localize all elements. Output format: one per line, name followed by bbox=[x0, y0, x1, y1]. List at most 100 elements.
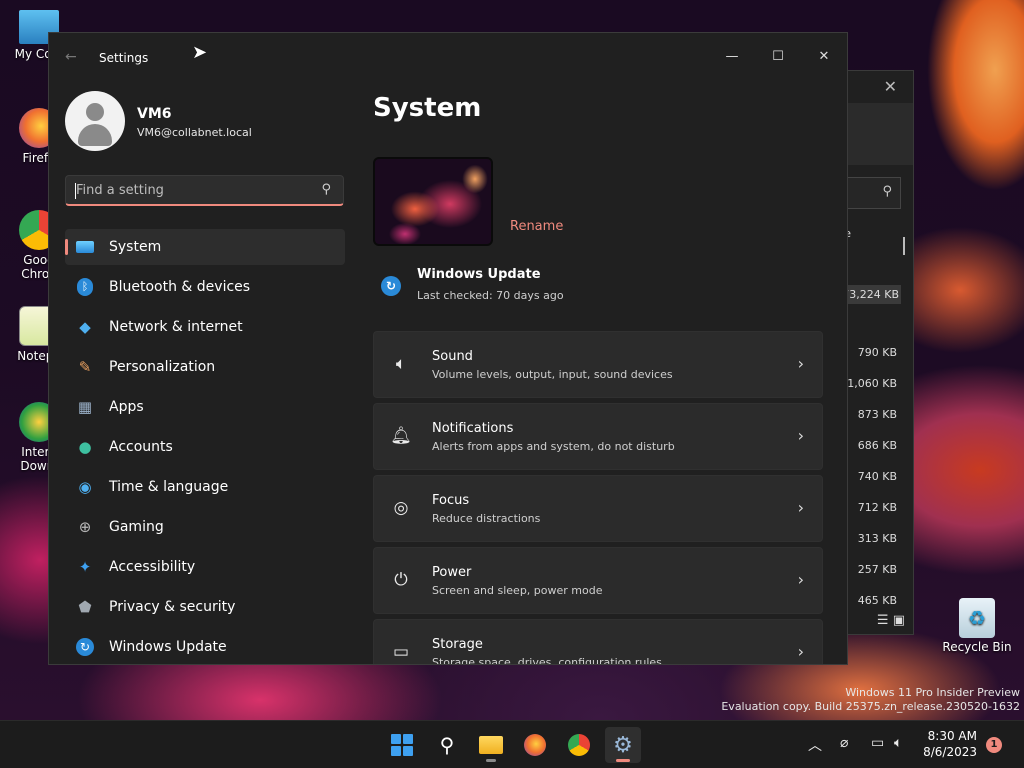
sidebar-item-label: Privacy & security bbox=[109, 599, 236, 615]
windows-update-title[interactable]: Windows Update bbox=[417, 267, 541, 282]
sidebar-item-gaming[interactable]: ⊕ Gaming bbox=[65, 509, 345, 545]
clock-time: 8:30 AM bbox=[927, 729, 977, 743]
card-storage[interactable]: ▭ Storage Storage space, drives, configu… bbox=[373, 619, 823, 664]
taskbar-settings[interactable]: ⚙ bbox=[605, 727, 641, 763]
search-box[interactable]: ⚲ bbox=[65, 175, 344, 206]
sidebar-item-label: Network & internet bbox=[109, 319, 243, 335]
card-focus[interactable]: ◎ Focus Reduce distractions › bbox=[373, 475, 823, 542]
search-input[interactable] bbox=[76, 176, 306, 205]
notification-badge[interactable]: 1 bbox=[986, 737, 1002, 753]
mouse-cursor-icon: ➤ bbox=[192, 42, 208, 63]
running-indicator bbox=[486, 759, 496, 762]
windows-update-status: Last checked: 70 days ago bbox=[417, 289, 564, 302]
show-hidden-icons-chevron-up-icon[interactable]: ︿ bbox=[808, 735, 822, 755]
view-toggle-buttons[interactable]: ☰ ▣ bbox=[877, 613, 905, 628]
bell-icon: 🔔︎ bbox=[390, 426, 412, 446]
card-title: Power bbox=[432, 565, 472, 580]
sidebar-item-network[interactable]: ◆ Network & internet bbox=[65, 309, 345, 345]
card-title: Notifications bbox=[432, 421, 514, 436]
file-size: 465 KB bbox=[857, 594, 897, 607]
taskbar-search-button[interactable]: ⚲ bbox=[429, 727, 465, 763]
close-button[interactable]: ✕ bbox=[801, 41, 847, 73]
taskbar-firefox[interactable] bbox=[517, 727, 553, 763]
chevron-right-icon: › bbox=[797, 570, 804, 589]
sidebar-item-windows-update[interactable]: ↻ Windows Update bbox=[65, 629, 345, 664]
card-subtitle: Alerts from apps and system, do not dist… bbox=[432, 440, 675, 453]
title-bar[interactable]: ← Settings — ☐ ✕ bbox=[49, 33, 847, 81]
search-icon[interactable]: ⚲ bbox=[321, 182, 331, 197]
volume-icon[interactable]: 🔈︎ bbox=[894, 735, 902, 751]
gamepad-icon: ⊕ bbox=[78, 518, 92, 536]
user-profile[interactable]: VM6 VM6@collabnet.local bbox=[65, 91, 355, 151]
file-size: 257 KB bbox=[857, 563, 897, 576]
file-size: 712 KB bbox=[857, 501, 897, 514]
sidebar-item-time-language[interactable]: ◉ Time & language bbox=[65, 469, 345, 505]
maximize-button[interactable]: ☐ bbox=[755, 41, 801, 73]
sidebar-item-privacy[interactable]: ⬟ Privacy & security bbox=[65, 589, 345, 625]
rename-link[interactable]: Rename bbox=[510, 219, 563, 234]
card-subtitle: Screen and sleep, power mode bbox=[432, 584, 603, 597]
sidebar-item-label: System bbox=[109, 239, 162, 255]
card-title: Storage bbox=[432, 637, 483, 652]
avatar-head bbox=[86, 103, 104, 121]
sidebar-item-label: Accounts bbox=[109, 439, 173, 455]
paintbrush-icon: ✎ bbox=[78, 358, 92, 376]
page-title: System bbox=[373, 93, 482, 123]
tiles-view-icon[interactable]: ▣ bbox=[893, 613, 905, 628]
network-disconnected-icon[interactable]: ⌀ bbox=[840, 735, 848, 751]
card-sound[interactable]: 🔈︎ Sound Volume levels, output, input, s… bbox=[373, 331, 823, 398]
update-icon: ↻ bbox=[75, 637, 95, 657]
chrome-icon bbox=[568, 734, 590, 756]
sidebar-nav: System ᛒ Bluetooth & devices ◆ Network &… bbox=[65, 229, 345, 664]
scrollbar[interactable] bbox=[903, 237, 905, 255]
gear-icon: ⚙ bbox=[613, 732, 633, 758]
person-icon: ● bbox=[78, 438, 92, 456]
file-size: 873 KB bbox=[857, 408, 897, 421]
globe-clock-icon: ◉ bbox=[78, 478, 92, 496]
minimize-icon: — bbox=[725, 49, 739, 64]
card-power[interactable]: ⏻ Power Screen and sleep, power mode › bbox=[373, 547, 823, 614]
running-indicator bbox=[616, 759, 630, 762]
settings-window[interactable]: ← Settings — ☐ ✕ VM6 VM6@collabnet.local… bbox=[48, 32, 848, 665]
minimize-button[interactable]: — bbox=[709, 41, 755, 73]
window-title: Settings bbox=[99, 51, 149, 65]
file-size: 1,060 KB bbox=[847, 377, 897, 390]
watermark-line: Evaluation copy. Build 25375.zn_release.… bbox=[721, 700, 1020, 713]
card-notifications[interactable]: 🔔︎ Notifications Alerts from apps and sy… bbox=[373, 403, 823, 470]
display-icon[interactable]: ▭ bbox=[871, 735, 884, 751]
file-size: 313 KB bbox=[857, 532, 897, 545]
start-button[interactable] bbox=[384, 727, 420, 763]
desktop-icon-recycle-bin[interactable]: ♻ Recycle Bin bbox=[942, 598, 1012, 654]
recycle-bin-icon: ♻ bbox=[959, 598, 995, 638]
sidebar-item-system[interactable]: System bbox=[65, 229, 345, 265]
sidebar-item-label: Accessibility bbox=[109, 559, 196, 575]
taskbar-file-explorer[interactable] bbox=[473, 727, 509, 763]
sidebar-item-personalization[interactable]: ✎ Personalization bbox=[65, 349, 345, 385]
taskbar-chrome[interactable] bbox=[561, 727, 597, 763]
maximize-icon: ☐ bbox=[772, 49, 784, 64]
desktop-preview-thumbnail bbox=[373, 157, 493, 246]
chevron-right-icon: › bbox=[797, 354, 804, 373]
speaker-icon: 🔈︎ bbox=[395, 354, 407, 374]
avatar[interactable] bbox=[65, 91, 125, 151]
chevron-right-icon: › bbox=[797, 426, 804, 445]
file-size: 686 KB bbox=[857, 439, 897, 452]
storage-icon: ▭ bbox=[392, 642, 410, 662]
close-icon: ✕ bbox=[818, 49, 830, 64]
wifi-icon: ◆ bbox=[79, 318, 91, 336]
details-view-icon[interactable]: ☰ bbox=[877, 613, 889, 628]
shield-icon: ⬟ bbox=[78, 598, 92, 616]
close-icon[interactable]: ✕ bbox=[884, 77, 897, 96]
apps-icon: ▦ bbox=[77, 398, 93, 416]
windows-logo-icon bbox=[391, 734, 413, 756]
sidebar-item-accessibility[interactable]: ✦ Accessibility bbox=[65, 549, 345, 585]
sidebar-item-accounts[interactable]: ● Accounts bbox=[65, 429, 345, 465]
system-clock[interactable]: 8:30 AM 8/6/2023 bbox=[923, 728, 977, 760]
build-watermark: Windows 11 Pro Insider Preview Evaluatio… bbox=[721, 686, 1020, 714]
background-search-box[interactable]: ⚲ bbox=[841, 177, 901, 209]
bluetooth-icon: ᛒ bbox=[75, 277, 95, 297]
sidebar-item-apps[interactable]: ▦ Apps bbox=[65, 389, 345, 425]
search-icon: ⚲ bbox=[439, 733, 455, 757]
back-arrow-icon[interactable]: ← bbox=[65, 49, 77, 65]
sidebar-item-bluetooth[interactable]: ᛒ Bluetooth & devices bbox=[65, 269, 345, 305]
